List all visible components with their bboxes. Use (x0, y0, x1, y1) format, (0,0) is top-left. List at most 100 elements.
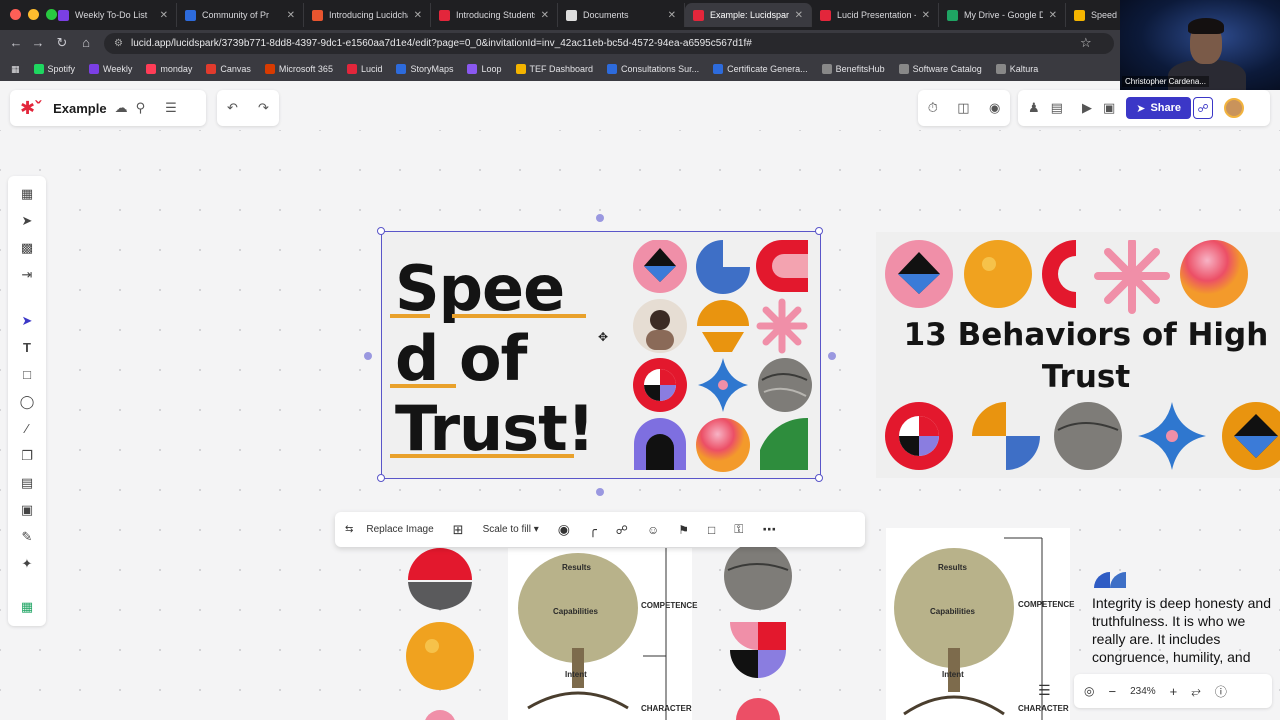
navigation-icon[interactable]: ◎ (1084, 684, 1094, 698)
browser-tab[interactable]: My Drive - Google Dr ✕ (939, 3, 1066, 27)
copy-link-button[interactable]: ☍ (1193, 97, 1214, 119)
bookmark-star-icon[interactable]: ☆ (1080, 35, 1092, 51)
close-tab-icon[interactable]: ✕ (668, 10, 676, 21)
bookmark-item[interactable]: StoryMaps (391, 64, 458, 74)
zoom-out-icon[interactable]: − (1108, 684, 1116, 699)
close-tab-icon[interactable]: ✕ (414, 10, 422, 21)
close-window-button[interactable] (10, 9, 21, 20)
integrity-text[interactable]: Integrity is deep honesty and truthfulne… (1092, 594, 1280, 666)
sticky-note-icon[interactable]: □ (8, 367, 46, 382)
avatar[interactable] (1224, 98, 1245, 118)
swap-image-icon[interactable]: ⇆ (345, 524, 353, 535)
forward-arrow-icon[interactable]: → (26, 35, 50, 50)
image-tool-icon[interactable]: ▣ (8, 502, 46, 518)
ai-sparkle-icon[interactable]: ✦ (8, 556, 46, 572)
text-tool-icon[interactable]: T (8, 340, 46, 355)
templates-icon[interactable]: ▦ (8, 186, 46, 202)
bookmark-item[interactable]: Consultations Sur... (602, 64, 704, 74)
resize-handle-bottom-left[interactable] (377, 474, 385, 482)
link-icon[interactable]: ☍ (616, 523, 628, 537)
browser-tab[interactable]: Example: Lucidspark ✕ (685, 3, 812, 27)
table-tool-icon[interactable]: ▤ (8, 475, 46, 491)
browser-tab[interactable]: Weekly To-Do List ✕ (50, 3, 177, 27)
frame-icon[interactable]: □ (708, 523, 715, 537)
connection-handle-bottom[interactable] (596, 488, 604, 496)
trust-tree-card[interactable]: Results Capabilities Intent COMPETENCE C… (508, 548, 697, 720)
shapes-icon[interactable]: ◯ (8, 394, 46, 410)
scale-dropdown[interactable]: Scale to fill ▾ (483, 524, 539, 535)
bookmark-item[interactable]: TEF Dashboard (511, 64, 599, 74)
lock-icon[interactable]: ⚿ (734, 522, 743, 537)
minimize-window-button[interactable] (28, 9, 39, 20)
thirteen-behaviors-image[interactable]: 13 Behaviors of High Trust (876, 232, 1280, 478)
site-info-icon[interactable]: ⚙ (114, 38, 123, 49)
url-input[interactable]: ⚙ lucid.app/lucidspark/3739b771-8dd8-439… (104, 33, 1114, 54)
resize-handle-top-right[interactable] (815, 227, 823, 235)
undo-icon[interactable]: ↶ (227, 100, 238, 116)
browser-tab[interactable]: Lucid Presentation - ✕ (812, 3, 939, 27)
line-tool-icon[interactable]: ∕ (8, 421, 46, 436)
container-icon[interactable]: ❐ (8, 448, 46, 464)
bookmark-item[interactable]: Microsoft 365 (260, 64, 338, 74)
bookmark-item[interactable]: Kaltura (991, 64, 1044, 74)
page-list-icon[interactable]: ☰ (1038, 682, 1051, 699)
more-options-icon[interactable]: ⋯ (762, 521, 776, 538)
resize-handle-bottom-right[interactable] (815, 474, 823, 482)
import-icon[interactable]: ⇥ (8, 267, 46, 283)
tag-icon[interactable]: ⚑ (678, 523, 689, 537)
crop-icon[interactable]: ⊞ (453, 522, 464, 538)
reload-icon[interactable]: ↻ (50, 35, 74, 51)
close-tab-icon[interactable]: ✕ (541, 10, 549, 21)
zoom-in-icon[interactable]: + (1170, 684, 1178, 699)
fit-to-screen-icon[interactable]: ⥂ (1191, 684, 1201, 699)
lucid-logo-icon[interactable]: ✱ˇ (20, 98, 41, 119)
browser-tab[interactable]: Introducing Lucidcha ✕ (304, 3, 431, 27)
collaborators-icon[interactable]: ♟ (1028, 100, 1040, 116)
present-icon[interactable]: ▶ (1082, 100, 1092, 116)
bookmark-item[interactable]: Canvas (201, 64, 256, 74)
connection-handle-left[interactable] (364, 352, 372, 360)
video-call-icon[interactable]: ▣ (1103, 100, 1115, 116)
close-tab-icon[interactable]: ✕ (922, 10, 930, 21)
bookmark-item[interactable]: Lucid (342, 64, 388, 74)
select-tool-icon[interactable]: ➤ (8, 313, 46, 329)
redo-icon[interactable]: ↷ (258, 100, 269, 116)
browser-tab[interactable]: Introducing Students ✕ (431, 3, 558, 27)
voting-icon[interactable]: ◫ (957, 100, 969, 116)
integrations-icon[interactable]: ▦ (8, 599, 46, 615)
comments-icon[interactable]: ▤ (1051, 100, 1063, 116)
close-tab-icon[interactable]: ✕ (160, 10, 168, 21)
share-button[interactable]: ➤ Share (1126, 97, 1192, 119)
replace-image-button[interactable]: Replace Image (366, 524, 433, 535)
apps-grid-icon[interactable]: ▦ (6, 64, 25, 75)
cloud-sync-icon[interactable]: ☁ (115, 100, 128, 116)
zoom-level[interactable]: 234% (1130, 686, 1156, 697)
bookmark-item[interactable]: Spotify (29, 64, 81, 74)
browser-tab[interactable]: Community of Pr ✕ (177, 3, 304, 27)
pen-tool-icon[interactable]: ✎ (8, 529, 46, 545)
bookmark-item[interactable]: Software Catalog (894, 64, 987, 74)
frames-icon[interactable]: ▩ (8, 240, 46, 256)
home-icon[interactable]: ⌂ (74, 35, 98, 50)
help-icon[interactable]: ⓘ (1215, 683, 1227, 700)
bookmark-item[interactable]: Loop (462, 64, 506, 74)
bookmark-item[interactable]: monday (141, 64, 197, 74)
connection-handle-right[interactable] (828, 352, 836, 360)
border-style-icon[interactable]: ◉ (558, 521, 570, 538)
connection-handle-top[interactable] (596, 214, 604, 222)
timer-icon[interactable]: ⏱ (928, 100, 938, 116)
close-tab-icon[interactable]: ✕ (287, 10, 295, 21)
quick-start-icon[interactable]: ➤ (8, 213, 46, 229)
close-tab-icon[interactable]: ✕ (795, 10, 803, 21)
corner-radius-icon[interactable]: ╭ (589, 522, 597, 538)
search-icon[interactable]: ⚲ (136, 100, 146, 116)
close-tab-icon[interactable]: ✕ (1049, 10, 1057, 21)
back-arrow-icon[interactable]: ← (4, 35, 28, 50)
browser-tab[interactable]: Documents ✕ (558, 3, 685, 27)
breakout-icon[interactable]: ◉ (989, 100, 1000, 116)
resize-handle-top-left[interactable] (377, 227, 385, 235)
menu-icon[interactable]: ☰ (165, 100, 177, 116)
bookmark-item[interactable]: BenefitsHub (817, 64, 890, 74)
bookmark-item[interactable]: Certificate Genera... (708, 64, 813, 74)
document-title[interactable]: Example (53, 101, 106, 116)
